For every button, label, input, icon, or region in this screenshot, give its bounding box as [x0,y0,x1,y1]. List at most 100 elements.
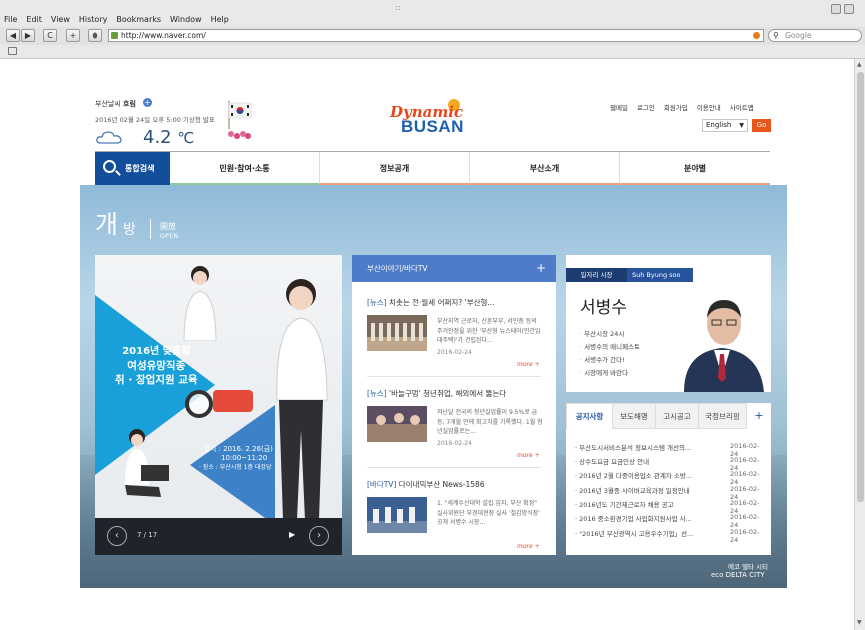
news-more-button[interactable]: + [536,255,546,282]
scroll-down-icon[interactable]: ▼ [857,619,862,626]
integrated-search-button[interactable]: 통합검색 [95,152,170,185]
notice-item[interactable]: · 부산도시서비스분석 정보시스템 개선의... 2016-02-24 [575,442,765,458]
notice-item[interactable]: · "2016년 부산광역시 고용우수기업」선... 2016-02-24 [575,528,765,544]
woman-photo-icon [183,266,217,341]
magnifier-icon [103,160,116,173]
menu-bookmarks[interactable]: Bookmarks [116,15,161,24]
weather-more-button[interactable]: + [143,98,152,107]
cloud-icon [96,131,122,144]
notice-item[interactable]: · 2016년 2월 다중이용업소 관계자 소방... 2016-02-24 [575,470,765,486]
notice-item[interactable]: · 상수도요금 요금인상 안내 2016-02-24 [575,456,765,472]
link-guide[interactable]: 이용안내 [697,102,721,112]
temperature: 4.2 ℃ [143,127,195,148]
promo-banner[interactable]: 2016년 맞춤형 여성유망직종 취 · 창업지원 교육 · 일시 : 2016… [95,255,342,555]
seated-woman-icon [125,429,169,497]
top-links: 웹메일 로그인 회원가입 이용안내 사이트맵 [610,102,754,112]
link-login[interactable]: 로그인 [637,102,655,112]
bookmarks-book-icon[interactable] [8,47,17,55]
hero-divider [150,219,151,239]
minimize-button[interactable] [831,4,841,14]
hero-hanja: 開放 [160,222,176,231]
reload-button[interactable]: C [43,29,57,42]
link-webmail[interactable]: 웹메일 [610,102,628,112]
menu-view[interactable]: View [51,15,70,24]
banner-date: · 일시 : 2016. 2.26(금) 10:00~11:20 [199,445,273,462]
notice-item[interactable]: · 2016 중소환경기업 사업화지원사업 사... 2016-02-24 [575,513,765,529]
tab-notice[interactable]: 공지사항 [566,403,613,429]
language-select[interactable]: English ▼ [702,119,748,132]
banner-play-button[interactable]: ▶ [289,530,295,539]
menu-bar: File Edit View History Bookmarks Window … [0,0,865,27]
new-tab-button[interactable]: + [66,29,80,42]
weather-city: 부산날씨 흐림 [95,100,136,108]
mayor-panel[interactable]: 일자리 시장 Suh Byung soo 서병수 부산시장 24시 서병수의 매… [566,255,771,392]
tab-briefing[interactable]: 국정브리핑 [699,403,747,429]
news-thumbnail [367,497,427,533]
more-link[interactable]: more + [517,361,540,368]
link-sitemap[interactable]: 사이트맵 [730,102,754,112]
drag-handle: :: [395,3,401,12]
mayor-tag: 일자리 시장 [566,268,627,282]
mayor-photo [684,300,764,392]
menu-history[interactable]: History [79,15,107,24]
news-item[interactable]: [바다TV] 다이내믹부산 News-1586 1. "세계수산대학 설립 입지… [367,479,549,550]
go-button[interactable]: Go [752,119,771,132]
mayor-link[interactable]: 시장에게 바란다 [580,367,628,377]
banner-prev-button[interactable]: ‹ [107,526,127,546]
hand-graphic-icon [213,390,253,412]
magnifier-graphic-icon [185,390,213,418]
mayor-link[interactable]: 서병수의 매니페스토 [580,341,640,351]
scrollbar[interactable]: ▲ ▼ [854,59,865,630]
news-item[interactable]: [뉴스] 치솟는 전·월세 어쩌지? '부산형... 부산지역 근로자, 신혼부… [367,297,549,377]
nav-info[interactable]: 정보공개 [320,152,470,185]
hero-title: 개 [95,210,119,239]
news-thumbnail [367,315,427,351]
bug-icon[interactable] [88,29,102,42]
more-link[interactable]: more + [517,452,540,459]
notice-item[interactable]: · 2016년 3월중 사이버교육과정 일정안내 2016-02-24 [575,485,765,501]
favicon-icon [111,32,118,39]
notice-more-button[interactable]: + [747,403,771,429]
bookmarks-bar [0,45,865,59]
menu-edit[interactable]: Edit [26,15,42,24]
news-thumbnail [367,406,427,442]
banner-counter: 7 / 17 [137,531,158,539]
news-item[interactable]: [뉴스] '바늘구멍' 청년취업, 해외에서 뚫는다 저난달 전국의 청년실업률… [367,388,549,468]
menu-window[interactable]: Window [170,15,202,24]
notice-tabs: 공지사항 보도해명 고시공고 국정브리핑 + [566,403,771,429]
mayor-name: 서병수 [580,298,627,318]
scroll-up-icon[interactable]: ▲ [857,61,862,68]
maximize-button[interactable] [844,4,854,14]
nav-civil[interactable]: 민원·참여·소통 [170,152,320,185]
back-button[interactable]: ◀ [6,29,20,42]
tab-press[interactable]: 보도해명 [613,403,656,429]
search-icon: ⚲ [773,31,779,40]
chevron-down-icon: ▼ [739,122,744,129]
link-signup[interactable]: 회원가입 [664,102,688,112]
hero-open: OPEN [160,233,179,240]
mayor-en-name: Suh Byung soo [627,268,693,282]
banner-place: · 장소 : 부산시청 1층 대강당 [199,464,272,471]
forward-button[interactable]: ▶ [21,29,35,42]
search-input[interactable]: ⚲ Google [768,29,862,42]
hero-title-2: 방 [123,222,136,238]
tab-announce[interactable]: 고시공고 [656,403,699,429]
url-bar[interactable]: http://www.naver.com/ [108,29,764,42]
url-text: http://www.naver.com/ [121,31,206,40]
nav-field[interactable]: 분야별 [620,152,770,185]
weather-condition: 흐림 [123,100,136,108]
menu-help[interactable]: Help [211,15,229,24]
more-link[interactable]: more + [517,543,540,550]
rss-icon[interactable] [753,32,760,39]
busan-logo[interactable]: Dynamic BUSAN [390,99,482,139]
banner-title: 2016년 맞춤형 여성유망직종 취 · 창업지원 교육 [115,346,198,386]
scroll-thumb[interactable] [857,72,864,502]
mayor-link[interactable]: 부산시장 24시 [580,328,624,338]
news-panel: 부산이야기/바다TV + [뉴스] 치솟는 전·월세 어쩌지? '부산형... … [352,255,556,555]
banner-next-button[interactable]: › [309,526,329,546]
mayor-link[interactable]: 서병수가 간다! [580,354,625,364]
nav-about[interactable]: 부산소개 [470,152,620,185]
menu-file[interactable]: File [4,15,17,24]
eco-delta-city-en: eco DELTA CITY [711,571,765,579]
notice-item[interactable]: · 2016년도 기간제근로자 채용 공고 2016-02-24 [575,499,765,515]
